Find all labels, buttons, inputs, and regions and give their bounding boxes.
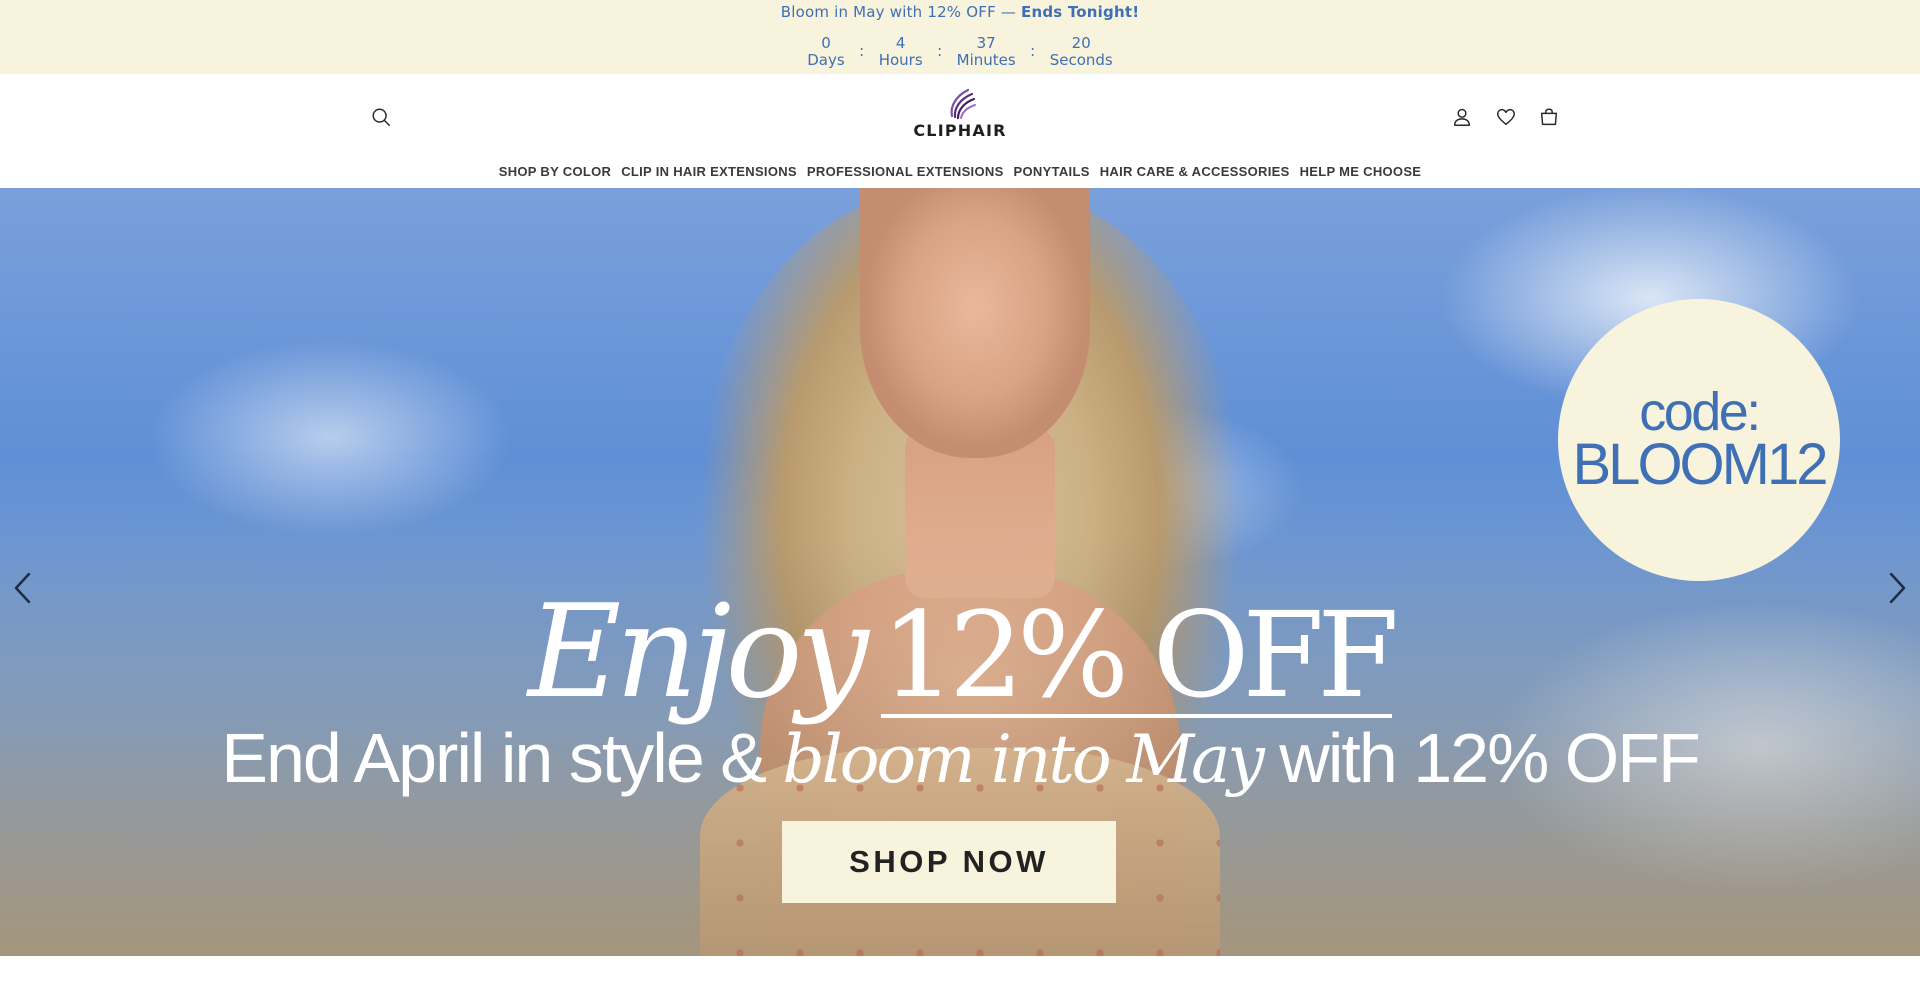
- hero-banner[interactable]: code: BLOOM12 Enjoy 12% OFF End April in …: [0, 188, 1920, 956]
- cart-icon: [1540, 108, 1558, 126]
- nav-item-shop-by-color[interactable]: SHOP BY COLOR: [499, 164, 612, 179]
- hero-sub-part3: 12% OFF: [1413, 719, 1701, 797]
- countdown-days-value: 0: [821, 34, 831, 52]
- search-icon: [372, 108, 390, 126]
- countdown-seconds: 20 Seconds: [1050, 35, 1113, 69]
- cart-button[interactable]: [1534, 102, 1564, 132]
- nav-item-clip-in-hair-extensions[interactable]: CLIP IN HAIR EXTENSIONS: [621, 164, 797, 179]
- countdown-minutes-value: 37: [976, 34, 996, 52]
- countdown-minutes-label: Minutes: [956, 51, 1016, 69]
- promo-code-value: BLOOM12: [1572, 432, 1829, 497]
- countdown-minutes: 37 Minutes: [957, 35, 1016, 69]
- account-button[interactable]: [1447, 102, 1477, 132]
- nav-item-professional-extensions[interactable]: PROFESSIONAL EXTENSIONS: [807, 164, 1004, 179]
- countdown-hours: 4 Hours: [879, 35, 923, 69]
- logo-text: CLIPHAIR: [913, 121, 1007, 140]
- countdown-separator: :: [1030, 42, 1036, 60]
- countdown-separator: :: [859, 42, 865, 60]
- countdown-seconds-label: Seconds: [1049, 51, 1113, 69]
- hero-sub-part1: End April in style &: [221, 719, 767, 797]
- wishlist-button[interactable]: [1491, 102, 1521, 132]
- countdown-days-label: Days: [807, 51, 845, 69]
- search-button[interactable]: [366, 102, 396, 132]
- hero-headline-italic: Enjoy: [527, 578, 869, 727]
- countdown-days: 0 Days: [807, 35, 844, 69]
- logo-mark-icon: [950, 88, 976, 120]
- countdown-hours-value: 4: [895, 34, 906, 52]
- announcement-bar: Bloom in May with 12% OFF — Ends Tonight…: [0, 0, 1920, 74]
- promo-code-badge: code: BLOOM12: [1558, 299, 1840, 581]
- announcement-emphasis: Ends Tonight!: [1021, 3, 1140, 21]
- main-navigation: SHOP BY COLOR CLIP IN HAIR EXTENSIONS PR…: [0, 164, 1920, 179]
- hero-subheadline: End April in style & bloom into May with…: [0, 718, 1920, 798]
- wishlist-icon: [1497, 108, 1515, 126]
- site-header: CLIPHAIR SHOP BY COLOR CLIP IN HAIR EXTE…: [0, 74, 1920, 188]
- countdown-hours-label: Hours: [878, 51, 923, 69]
- hero-model-face: [860, 188, 1090, 458]
- hero-sub-part2: with: [1279, 719, 1397, 797]
- countdown-timer: 0 Days : 4 Hours : 37 Minutes : 20 Secon…: [0, 35, 1920, 69]
- nav-item-ponytails[interactable]: PONYTAILS: [1014, 164, 1090, 179]
- countdown-seconds-value: 20: [1071, 34, 1091, 52]
- announcement-text: Bloom in May with 12% OFF — Ends Tonight…: [0, 3, 1920, 21]
- promo-code-label: code:: [1639, 382, 1761, 442]
- announcement-message: Bloom in May with 12% OFF —: [780, 3, 1017, 21]
- hero-sub-italic: bloom into May: [782, 721, 1264, 798]
- shop-now-button[interactable]: SHOP NOW: [782, 821, 1116, 903]
- nav-item-hair-care-accessories[interactable]: HAIR CARE & ACCESSORIES: [1100, 164, 1290, 179]
- hero-headline-offer: 12% OFF: [880, 586, 1399, 724]
- logo[interactable]: CLIPHAIR: [900, 86, 1020, 144]
- nav-item-help-me-choose[interactable]: HELP ME CHOOSE: [1300, 164, 1422, 179]
- account-icon: [1453, 108, 1471, 126]
- countdown-separator: :: [937, 42, 943, 60]
- shop-now-label: SHOP NOW: [849, 844, 1049, 879]
- hero-headline: Enjoy 12% OFF: [0, 578, 1920, 727]
- page-below-hero: [0, 956, 1920, 993]
